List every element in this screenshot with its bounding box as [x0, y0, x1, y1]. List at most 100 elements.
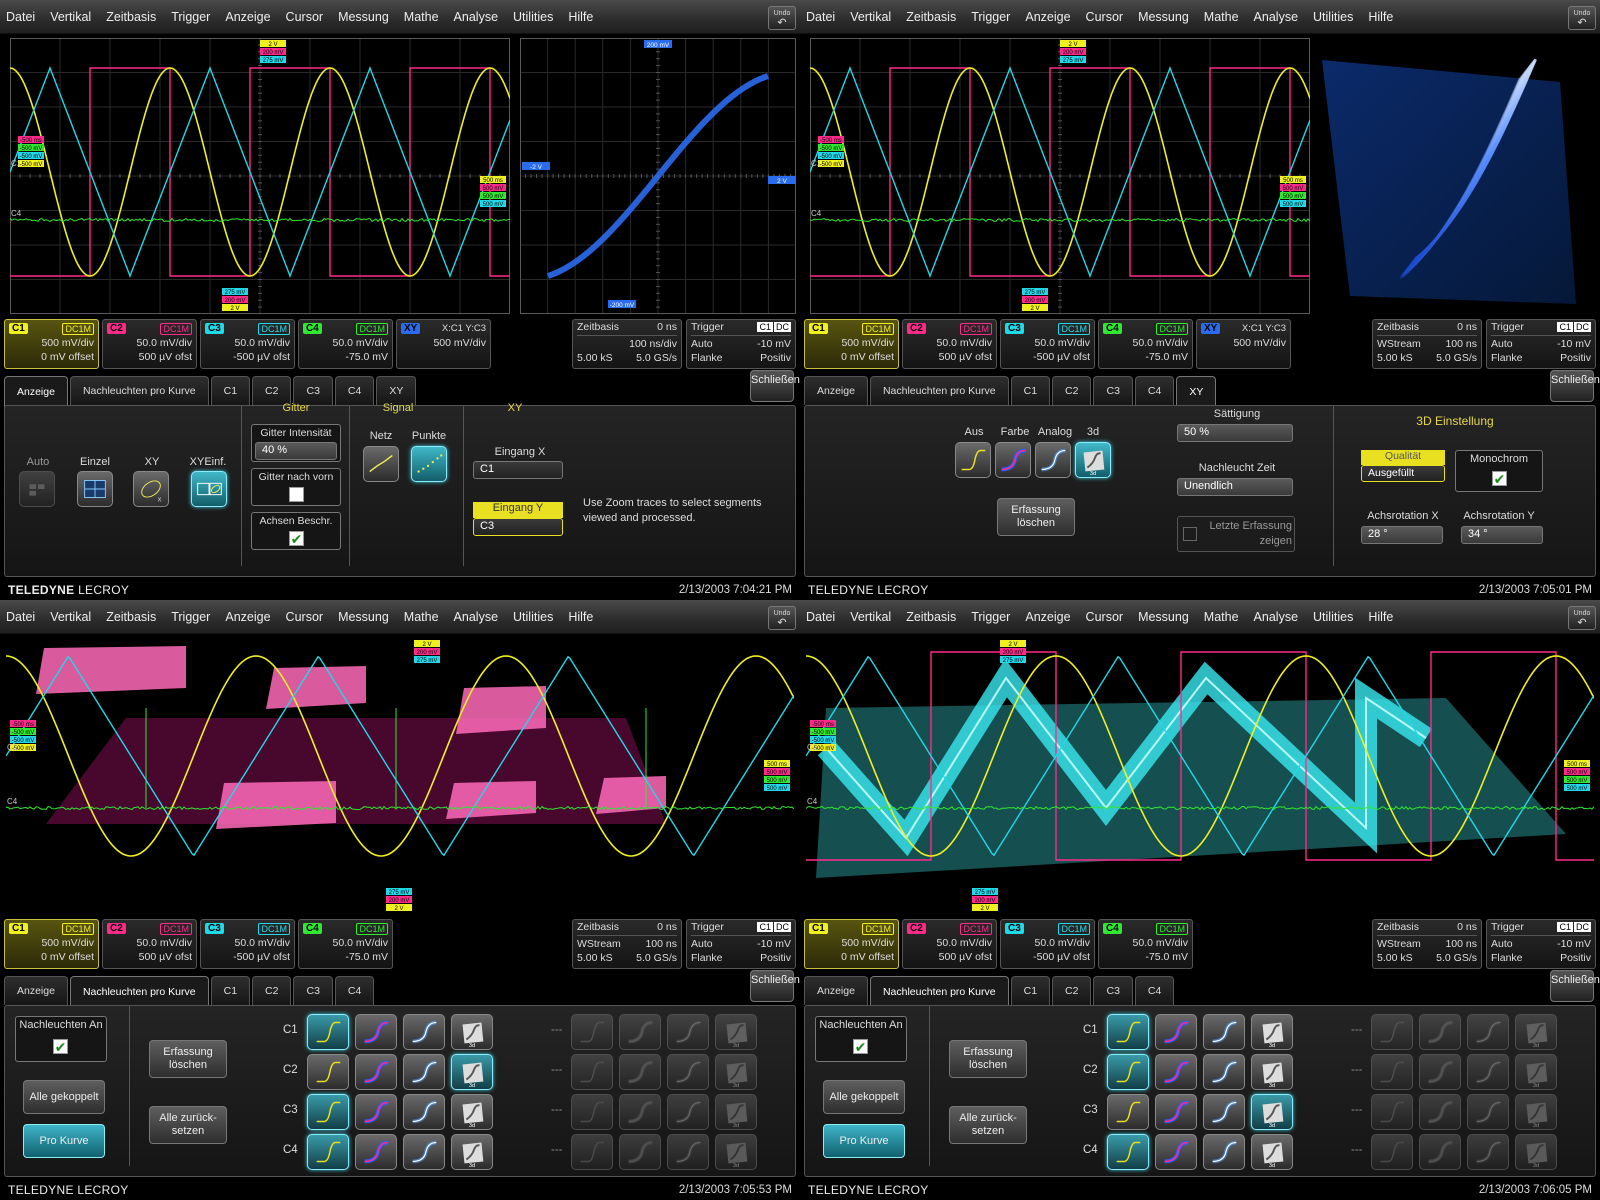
xy-plot[interactable]: 200 mV -200 mV -2 V2 V	[520, 38, 796, 314]
xy-card[interactable]: XY X:C1 Y:C3 500 mV/div	[396, 319, 491, 369]
tab-c2[interactable]: C2	[252, 376, 291, 405]
menu-trigger[interactable]: Trigger	[971, 610, 1010, 624]
persist-c2-aus-button[interactable]	[307, 1054, 349, 1090]
channel-card-c4[interactable]: C4 DC1M 50.0 mV/div -75.0 mV	[298, 319, 393, 369]
tab-c2[interactable]: C2	[1052, 976, 1091, 1005]
waveform-display[interactable]: -500 ms -500 mV -500 mV -500 mV 500 ms 500 mV…	[806, 638, 1594, 914]
nachleuchten-an-checkbox[interactable]: ✔	[53, 1039, 68, 1057]
menu-messung[interactable]: Messung	[338, 610, 389, 624]
persist-c1-farbe-button[interactable]	[355, 1014, 397, 1050]
alle-zuruecksetzen-button[interactable]: Alle zurück-setzen	[149, 1106, 227, 1144]
persist-c1-aus-button[interactable]	[1107, 1014, 1149, 1050]
menu-messung[interactable]: Messung	[1138, 10, 1189, 24]
menu-cursor[interactable]: Cursor	[286, 610, 324, 624]
menu-anzeige[interactable]: Anzeige	[1025, 610, 1070, 624]
menu-cursor[interactable]: Cursor	[1086, 10, 1124, 24]
persist-c1-3d-button[interactable]: 3d	[1251, 1014, 1293, 1050]
menu-messung[interactable]: Messung	[1138, 610, 1189, 624]
tab-c1[interactable]: C1	[211, 376, 250, 405]
menu-vertikal[interactable]: Vertikal	[850, 610, 891, 624]
tab-nachleuchten-pro-kurve[interactable]: Nachleuchten pro Kurve	[70, 976, 209, 1007]
tab-c3[interactable]: C3	[1093, 976, 1132, 1005]
eingang-x-input[interactable]: C1	[473, 461, 563, 479]
persist-c3-3d-button[interactable]: 3d	[451, 1094, 493, 1130]
close-button[interactable]: Schließen	[750, 370, 794, 402]
persist-c2-analog-button[interactable]	[403, 1054, 445, 1090]
tab-c2[interactable]: C2	[1052, 376, 1091, 405]
persist-aus-button[interactable]	[955, 442, 991, 478]
tab-anzeige[interactable]: Anzeige	[4, 376, 68, 407]
timebase-box[interactable]: Zeitbasis 0 ns WStream 100 ns 5.00 kS 5.0 GS/…	[572, 919, 682, 969]
channel-card-c3[interactable]: C3 DC1M 50.0 mV/div -500 µV ofst	[1000, 919, 1095, 969]
channel-card-c1[interactable]: C1 DC1M 500 mV/div 0 mV offset	[4, 319, 99, 369]
letzte-erfassung-toggle[interactable]: Letzte Erfassung zeigen	[1177, 516, 1295, 552]
menu-hilfe[interactable]: Hilfe	[568, 610, 593, 624]
persist-c4-analog-button[interactable]	[1203, 1134, 1245, 1170]
waveform-grid[interactable]: -500 ms -500 mV -500 mV -500 mV 500 ms 500 mV…	[10, 38, 510, 314]
persist-c3-3d-button[interactable]: 3d	[1251, 1094, 1293, 1130]
channel-card-c1[interactable]: C1 DC1M 500 mV/div 0 mV offset	[804, 919, 899, 969]
tab-c1[interactable]: C1	[1011, 976, 1050, 1005]
alle-zuruecksetzen-button[interactable]: Alle zurück-setzen	[949, 1106, 1027, 1144]
undo-button[interactable]: Undo ↶	[1568, 606, 1596, 630]
timebase-box[interactable]: Zeitbasis 0 ns WStream 100 ns 5.00 kS 5.0 GS/…	[1372, 919, 1482, 969]
persist-c3-farbe-button[interactable]	[1155, 1094, 1197, 1130]
alle-gekoppelt-button[interactable]: Alle gekoppelt	[23, 1080, 105, 1114]
tab-c3[interactable]: C3	[293, 376, 332, 405]
trigger-box[interactable]: Trigger C1 DC Auto -10 mV Flanke Positiv	[1486, 319, 1596, 369]
pro-kurve-button[interactable]: Pro Kurve	[23, 1124, 105, 1158]
channel-card-c3[interactable]: C3 DC1M 50.0 mV/div -500 µV ofst	[200, 319, 295, 369]
menu-hilfe[interactable]: Hilfe	[1368, 610, 1393, 624]
menu-zeitbasis[interactable]: Zeitbasis	[106, 610, 156, 624]
achsrotation-y-input[interactable]: 34 °	[1461, 526, 1543, 544]
letzte-erfassung-checkbox[interactable]	[1183, 527, 1197, 541]
menu-anzeige[interactable]: Anzeige	[225, 10, 270, 24]
menu-zeitbasis[interactable]: Zeitbasis	[906, 10, 956, 24]
menu-anzeige[interactable]: Anzeige	[225, 610, 270, 624]
nachleucht-zeit-input[interactable]: Unendlich	[1177, 478, 1293, 496]
mode-xyeinf-button[interactable]	[191, 471, 227, 507]
tab-c4[interactable]: C4	[1135, 376, 1174, 405]
persist-c1-3d-button[interactable]: 3d	[451, 1014, 493, 1050]
xy-3d-plot[interactable]	[1320, 38, 1596, 314]
menu-analyse[interactable]: Analyse	[1254, 610, 1298, 624]
erfassung-loeschen-button[interactable]: Erfassung löschen	[997, 498, 1075, 536]
persist-farbe-button[interactable]	[995, 442, 1031, 478]
persist-c4-3d-button[interactable]: 3d	[451, 1134, 493, 1170]
alle-gekoppelt-button[interactable]: Alle gekoppelt	[823, 1080, 905, 1114]
channel-card-c4[interactable]: C4 DC1M 50.0 mV/div -75.0 mV	[1098, 319, 1193, 369]
monochrom-checkbox[interactable]: ✔	[1492, 471, 1507, 489]
erfassung-loeschen-button[interactable]: Erfassung löschen	[949, 1040, 1027, 1078]
trigger-box[interactable]: Trigger C1 DC Auto -10 mV Flanke Positiv	[686, 919, 796, 969]
tab-xy[interactable]: XY	[1176, 376, 1216, 407]
achsen-checkbox[interactable]: ✔	[289, 531, 304, 549]
menu-mathe[interactable]: Mathe	[1204, 10, 1239, 24]
tab-nachleuchten-pro-kurve[interactable]: Nachleuchten pro Kurve	[70, 376, 209, 405]
channel-card-c4[interactable]: C4 DC1M 50.0 mV/div -75.0 mV	[1098, 919, 1193, 969]
gitter-intensity-input[interactable]: 40 %	[255, 442, 337, 460]
persist-c2-3d-button[interactable]: 3d	[1251, 1054, 1293, 1090]
menu-datei[interactable]: Datei	[806, 610, 835, 624]
tab-anzeige[interactable]: Anzeige	[4, 976, 68, 1005]
persist-c4-farbe-button[interactable]	[355, 1134, 397, 1170]
mode-xy-button[interactable]: x	[133, 471, 169, 507]
mode-einzel-button[interactable]	[77, 471, 113, 507]
mode-auto-button[interactable]	[19, 471, 55, 507]
close-button[interactable]: Schließen	[750, 970, 794, 1002]
menu-mathe[interactable]: Mathe	[1204, 610, 1239, 624]
menu-datei[interactable]: Datei	[806, 10, 835, 24]
persist-c1-aus-button[interactable]	[307, 1014, 349, 1050]
waveform-grid[interactable]: -500 ms -500 mV -500 mV -500 mV 500 ms 500 mV…	[810, 38, 1310, 314]
persist-c4-analog-button[interactable]	[403, 1134, 445, 1170]
saettigung-input[interactable]: 50 %	[1177, 424, 1293, 442]
tab-c1[interactable]: C1	[1011, 376, 1050, 405]
channel-card-c4[interactable]: C4 DC1M 50.0 mV/div -75.0 mV	[298, 919, 393, 969]
persist-c3-analog-button[interactable]	[1203, 1094, 1245, 1130]
channel-card-c3[interactable]: C3 DC1M 50.0 mV/div -500 µV ofst	[1000, 319, 1095, 369]
close-button[interactable]: Schließen	[1550, 370, 1594, 402]
persist-c2-3d-button[interactable]: 3d	[451, 1054, 493, 1090]
waveform-display[interactable]: -500 ms -500 mV -500 mV -500 mV 500 ms 500 mV…	[6, 638, 794, 914]
persist-3d-button[interactable]: 3d	[1075, 442, 1111, 478]
pro-kurve-button[interactable]: Pro Kurve	[823, 1124, 905, 1158]
channel-card-c2[interactable]: C2 DC1M 50.0 mV/div 500 µV ofst	[902, 919, 997, 969]
